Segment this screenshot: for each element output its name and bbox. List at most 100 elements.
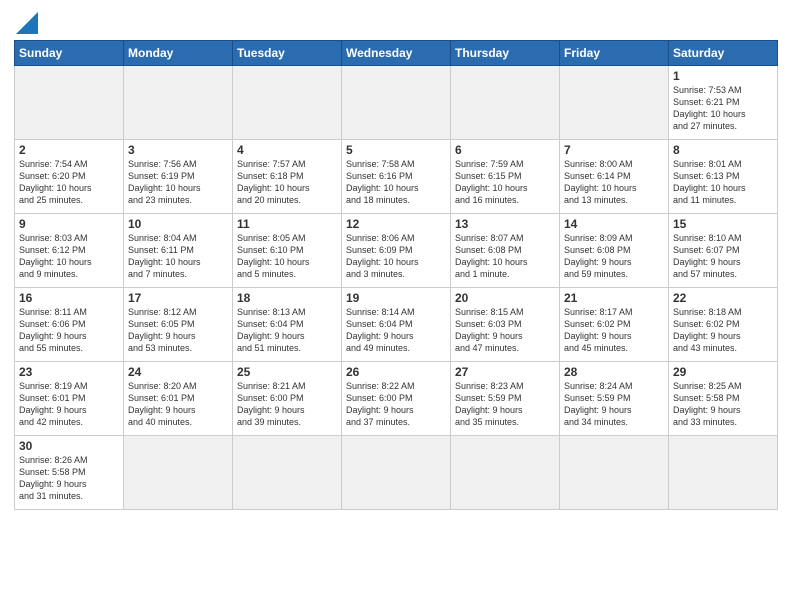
day-cell: 29Sunrise: 8:25 AM Sunset: 5:58 PM Dayli… xyxy=(669,362,778,436)
day-info: Sunrise: 8:21 AM Sunset: 6:00 PM Dayligh… xyxy=(237,380,337,429)
header-monday: Monday xyxy=(124,41,233,66)
day-cell: 1Sunrise: 7:53 AM Sunset: 6:21 PM Daylig… xyxy=(669,66,778,140)
day-cell: 3Sunrise: 7:56 AM Sunset: 6:19 PM Daylig… xyxy=(124,140,233,214)
day-cell: 5Sunrise: 7:58 AM Sunset: 6:16 PM Daylig… xyxy=(342,140,451,214)
day-number: 19 xyxy=(346,291,446,305)
day-cell: 21Sunrise: 8:17 AM Sunset: 6:02 PM Dayli… xyxy=(560,288,669,362)
day-cell xyxy=(451,66,560,140)
day-cell xyxy=(124,66,233,140)
day-cell: 25Sunrise: 8:21 AM Sunset: 6:00 PM Dayli… xyxy=(233,362,342,436)
day-cell: 2Sunrise: 7:54 AM Sunset: 6:20 PM Daylig… xyxy=(15,140,124,214)
day-info: Sunrise: 8:04 AM Sunset: 6:11 PM Dayligh… xyxy=(128,232,228,281)
day-info: Sunrise: 8:09 AM Sunset: 6:08 PM Dayligh… xyxy=(564,232,664,281)
day-info: Sunrise: 7:53 AM Sunset: 6:21 PM Dayligh… xyxy=(673,84,773,133)
day-info: Sunrise: 8:07 AM Sunset: 6:08 PM Dayligh… xyxy=(455,232,555,281)
day-cell: 10Sunrise: 8:04 AM Sunset: 6:11 PM Dayli… xyxy=(124,214,233,288)
day-info: Sunrise: 8:10 AM Sunset: 6:07 PM Dayligh… xyxy=(673,232,773,281)
calendar-header: SundayMondayTuesdayWednesdayThursdayFrid… xyxy=(15,41,778,66)
day-info: Sunrise: 8:05 AM Sunset: 6:10 PM Dayligh… xyxy=(237,232,337,281)
header-saturday: Saturday xyxy=(669,41,778,66)
day-info: Sunrise: 8:18 AM Sunset: 6:02 PM Dayligh… xyxy=(673,306,773,355)
day-number: 25 xyxy=(237,365,337,379)
day-number: 2 xyxy=(19,143,119,157)
day-info: Sunrise: 8:01 AM Sunset: 6:13 PM Dayligh… xyxy=(673,158,773,207)
day-info: Sunrise: 8:20 AM Sunset: 6:01 PM Dayligh… xyxy=(128,380,228,429)
day-cell: 14Sunrise: 8:09 AM Sunset: 6:08 PM Dayli… xyxy=(560,214,669,288)
day-cell: 20Sunrise: 8:15 AM Sunset: 6:03 PM Dayli… xyxy=(451,288,560,362)
day-number: 29 xyxy=(673,365,773,379)
week-row-4: 23Sunrise: 8:19 AM Sunset: 6:01 PM Dayli… xyxy=(15,362,778,436)
week-row-3: 16Sunrise: 8:11 AM Sunset: 6:06 PM Dayli… xyxy=(15,288,778,362)
day-cell: 13Sunrise: 8:07 AM Sunset: 6:08 PM Dayli… xyxy=(451,214,560,288)
day-number: 18 xyxy=(237,291,337,305)
day-number: 26 xyxy=(346,365,446,379)
day-cell: 9Sunrise: 8:03 AM Sunset: 6:12 PM Daylig… xyxy=(15,214,124,288)
day-info: Sunrise: 7:58 AM Sunset: 6:16 PM Dayligh… xyxy=(346,158,446,207)
day-cell xyxy=(15,66,124,140)
day-info: Sunrise: 8:17 AM Sunset: 6:02 PM Dayligh… xyxy=(564,306,664,355)
day-info: Sunrise: 8:12 AM Sunset: 6:05 PM Dayligh… xyxy=(128,306,228,355)
day-number: 21 xyxy=(564,291,664,305)
day-info: Sunrise: 8:13 AM Sunset: 6:04 PM Dayligh… xyxy=(237,306,337,355)
day-cell: 23Sunrise: 8:19 AM Sunset: 6:01 PM Dayli… xyxy=(15,362,124,436)
day-number: 7 xyxy=(564,143,664,157)
day-info: Sunrise: 8:14 AM Sunset: 6:04 PM Dayligh… xyxy=(346,306,446,355)
day-cell xyxy=(124,436,233,510)
day-cell: 4Sunrise: 7:57 AM Sunset: 6:18 PM Daylig… xyxy=(233,140,342,214)
day-cell: 12Sunrise: 8:06 AM Sunset: 6:09 PM Dayli… xyxy=(342,214,451,288)
logo xyxy=(14,10,38,34)
header-thursday: Thursday xyxy=(451,41,560,66)
day-number: 9 xyxy=(19,217,119,231)
day-info: Sunrise: 8:25 AM Sunset: 5:58 PM Dayligh… xyxy=(673,380,773,429)
day-number: 11 xyxy=(237,217,337,231)
day-number: 1 xyxy=(673,69,773,83)
day-info: Sunrise: 8:06 AM Sunset: 6:09 PM Dayligh… xyxy=(346,232,446,281)
day-cell xyxy=(342,436,451,510)
header-tuesday: Tuesday xyxy=(233,41,342,66)
day-info: Sunrise: 8:03 AM Sunset: 6:12 PM Dayligh… xyxy=(19,232,119,281)
week-row-1: 2Sunrise: 7:54 AM Sunset: 6:20 PM Daylig… xyxy=(15,140,778,214)
day-cell: 11Sunrise: 8:05 AM Sunset: 6:10 PM Dayli… xyxy=(233,214,342,288)
header-sunday: Sunday xyxy=(15,41,124,66)
day-cell xyxy=(233,66,342,140)
day-cell: 17Sunrise: 8:12 AM Sunset: 6:05 PM Dayli… xyxy=(124,288,233,362)
day-number: 24 xyxy=(128,365,228,379)
day-number: 14 xyxy=(564,217,664,231)
day-number: 4 xyxy=(237,143,337,157)
day-number: 30 xyxy=(19,439,119,453)
day-number: 8 xyxy=(673,143,773,157)
day-info: Sunrise: 7:59 AM Sunset: 6:15 PM Dayligh… xyxy=(455,158,555,207)
day-info: Sunrise: 8:15 AM Sunset: 6:03 PM Dayligh… xyxy=(455,306,555,355)
day-cell: 19Sunrise: 8:14 AM Sunset: 6:04 PM Dayli… xyxy=(342,288,451,362)
day-number: 20 xyxy=(455,291,555,305)
calendar-body: 1Sunrise: 7:53 AM Sunset: 6:21 PM Daylig… xyxy=(15,66,778,510)
day-cell: 18Sunrise: 8:13 AM Sunset: 6:04 PM Dayli… xyxy=(233,288,342,362)
day-info: Sunrise: 8:23 AM Sunset: 5:59 PM Dayligh… xyxy=(455,380,555,429)
day-info: Sunrise: 7:54 AM Sunset: 6:20 PM Dayligh… xyxy=(19,158,119,207)
day-cell: 30Sunrise: 8:26 AM Sunset: 5:58 PM Dayli… xyxy=(15,436,124,510)
week-row-2: 9Sunrise: 8:03 AM Sunset: 6:12 PM Daylig… xyxy=(15,214,778,288)
day-cell: 22Sunrise: 8:18 AM Sunset: 6:02 PM Dayli… xyxy=(669,288,778,362)
day-cell: 26Sunrise: 8:22 AM Sunset: 6:00 PM Dayli… xyxy=(342,362,451,436)
day-info: Sunrise: 8:00 AM Sunset: 6:14 PM Dayligh… xyxy=(564,158,664,207)
day-cell xyxy=(560,66,669,140)
day-number: 16 xyxy=(19,291,119,305)
header-friday: Friday xyxy=(560,41,669,66)
day-info: Sunrise: 8:22 AM Sunset: 6:00 PM Dayligh… xyxy=(346,380,446,429)
day-cell xyxy=(560,436,669,510)
day-number: 12 xyxy=(346,217,446,231)
day-number: 15 xyxy=(673,217,773,231)
day-cell: 16Sunrise: 8:11 AM Sunset: 6:06 PM Dayli… xyxy=(15,288,124,362)
header-row: SundayMondayTuesdayWednesdayThursdayFrid… xyxy=(15,41,778,66)
week-row-0: 1Sunrise: 7:53 AM Sunset: 6:21 PM Daylig… xyxy=(15,66,778,140)
day-number: 17 xyxy=(128,291,228,305)
day-info: Sunrise: 7:57 AM Sunset: 6:18 PM Dayligh… xyxy=(237,158,337,207)
header xyxy=(14,10,778,34)
day-number: 13 xyxy=(455,217,555,231)
day-number: 28 xyxy=(564,365,664,379)
day-info: Sunrise: 8:24 AM Sunset: 5:59 PM Dayligh… xyxy=(564,380,664,429)
day-cell: 28Sunrise: 8:24 AM Sunset: 5:59 PM Dayli… xyxy=(560,362,669,436)
day-cell xyxy=(233,436,342,510)
day-number: 6 xyxy=(455,143,555,157)
day-cell: 8Sunrise: 8:01 AM Sunset: 6:13 PM Daylig… xyxy=(669,140,778,214)
